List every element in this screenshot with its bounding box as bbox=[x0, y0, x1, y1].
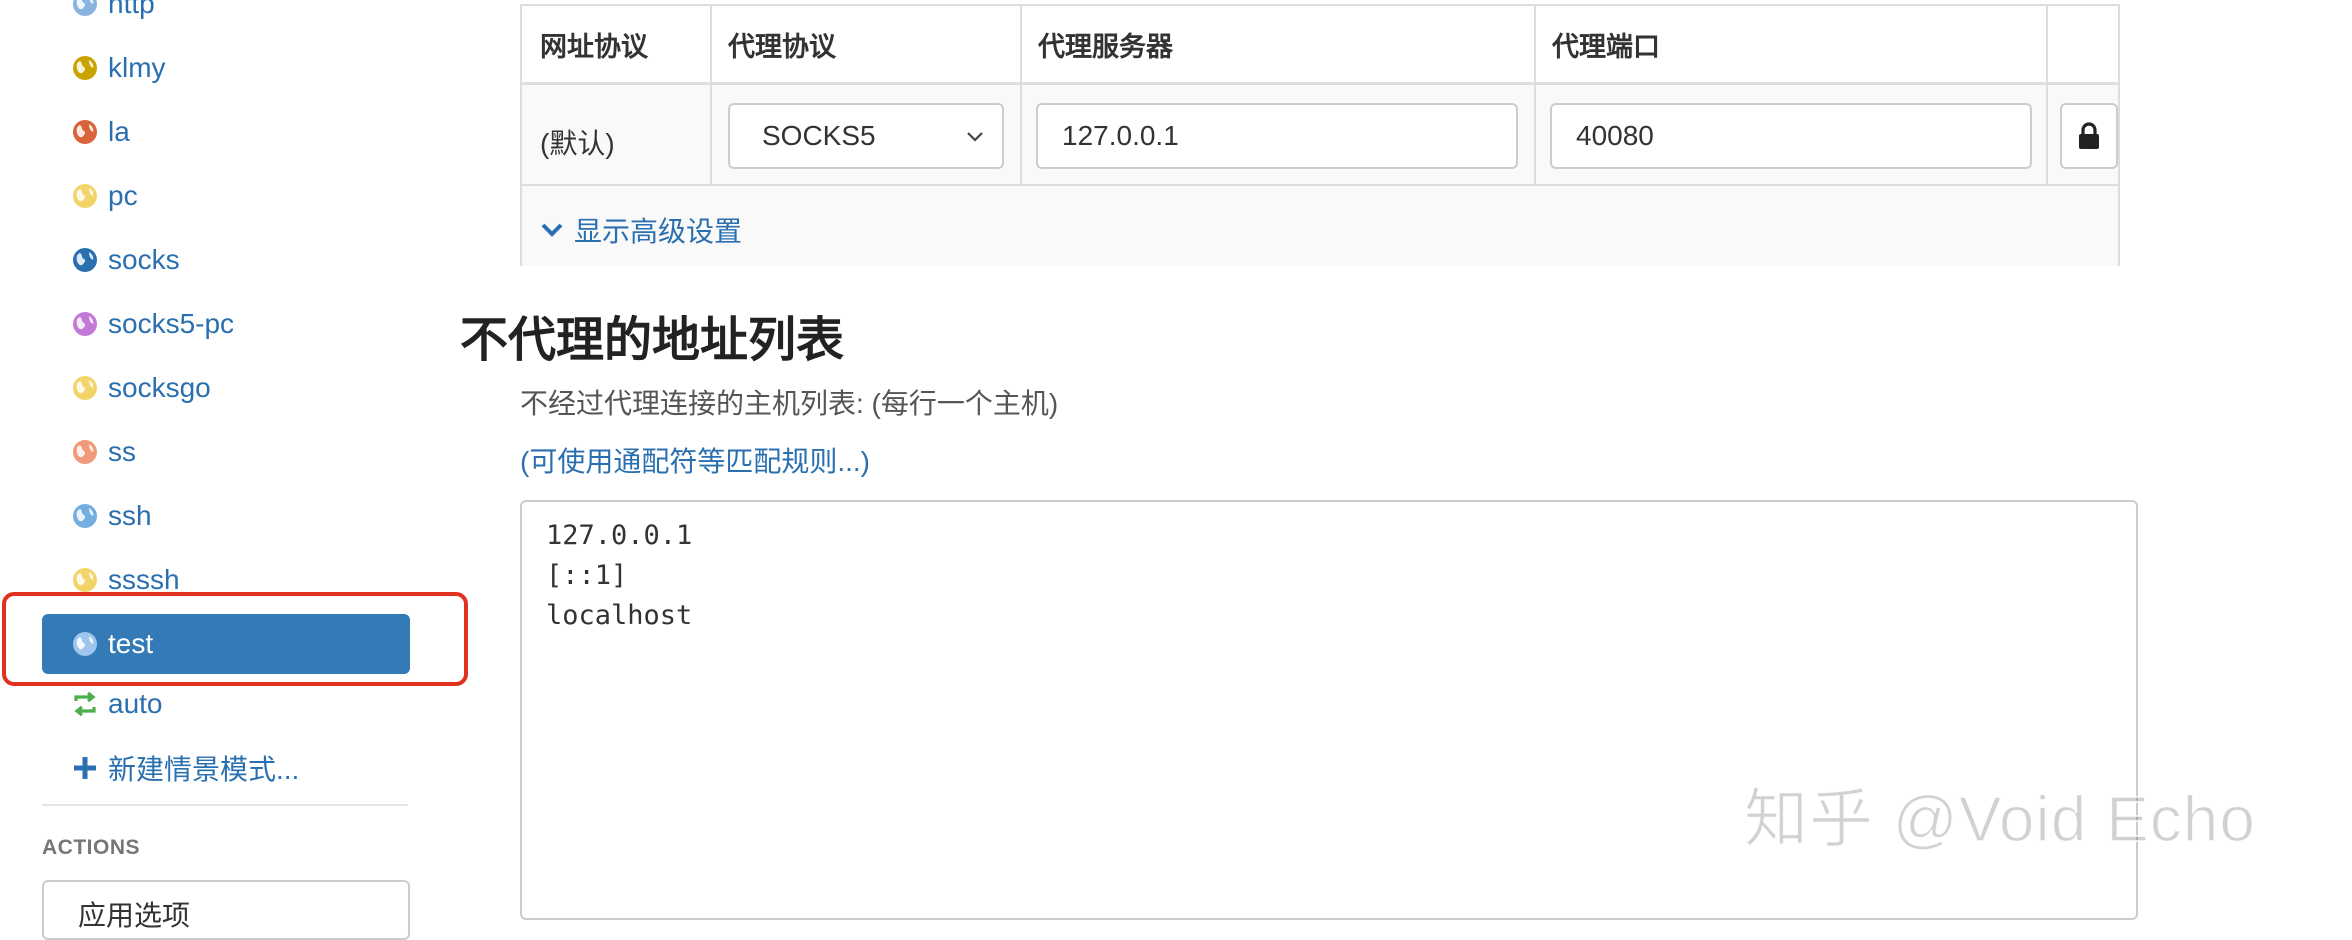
sidebar-item-ssh[interactable]: ssh bbox=[42, 486, 410, 546]
sidebar-item-pc[interactable]: pc bbox=[42, 166, 410, 226]
sidebar-item-label: socksgo bbox=[108, 372, 211, 403]
sidebar-item-label: auto bbox=[108, 688, 163, 719]
globe-icon bbox=[73, 248, 97, 272]
globe-icon bbox=[73, 568, 97, 592]
bypass-list-title: 不代理的地址列表 bbox=[460, 314, 845, 367]
sidebar-item-label: socks5-pc bbox=[108, 308, 235, 339]
globe-icon bbox=[73, 184, 97, 208]
chevron-down-icon bbox=[967, 132, 983, 142]
sidebar-item-label: klmy bbox=[108, 52, 166, 83]
globe-icon bbox=[73, 312, 97, 336]
sidebar-item-socks5-pc[interactable]: socks5-pc bbox=[42, 294, 410, 354]
sidebar-item-la[interactable]: la bbox=[42, 102, 410, 162]
bypass-list-description: 不经过代理连接的主机列表: (每行一个主机) bbox=[520, 388, 1059, 419]
proxy-port-value: 40080 bbox=[1576, 120, 1654, 151]
column-divider bbox=[1020, 6, 1022, 186]
auth-lock-button[interactable] bbox=[2060, 103, 2118, 169]
sidebar-item-klmy[interactable]: klmy bbox=[42, 38, 410, 98]
column-divider bbox=[2046, 6, 2048, 186]
column-divider bbox=[710, 6, 712, 186]
annotation-highlight-box bbox=[2, 592, 468, 686]
wildcard-rules-link[interactable]: (可使用通配符等匹配规则...) bbox=[520, 440, 870, 480]
sidebar-item-label: la bbox=[108, 116, 130, 147]
globe-icon bbox=[73, 376, 97, 400]
url-scheme-cell: (默认) bbox=[540, 128, 615, 159]
sidebar: http klmy la pc socks socks5-pc socksgo ss ssh ss… bbox=[0, 0, 468, 940]
lock-icon bbox=[2079, 122, 2099, 149]
sidebar-item-label: http bbox=[108, 0, 155, 19]
row-divider bbox=[522, 184, 2118, 186]
header-proxy-port: 代理端口 bbox=[1552, 31, 1660, 62]
proxy-protocol-select[interactable]: SOCKS5 bbox=[728, 103, 1004, 169]
new-profile-label: 新建情景模式... bbox=[108, 754, 300, 785]
show-advanced-label: 显示高级设置 bbox=[574, 216, 743, 247]
globe-icon bbox=[73, 120, 97, 144]
sidebar-item-label: pc bbox=[108, 180, 138, 211]
proxy-protocol-value: SOCKS5 bbox=[762, 120, 876, 151]
sidebar-divider bbox=[42, 804, 408, 806]
header-divider bbox=[522, 82, 2118, 85]
proxy-server-input[interactable]: 127.0.0.1 bbox=[1036, 103, 1518, 169]
proxy-server-value: 127.0.0.1 bbox=[1062, 120, 1179, 151]
apply-options-button[interactable]: 应用选项 bbox=[42, 880, 410, 940]
proxy-servers-table: 网址协议 代理协议 代理服务器 代理端口 (默认) SOCKS5 127.0.0… bbox=[520, 4, 2120, 266]
new-profile-button[interactable]: 新建情景模式... bbox=[42, 738, 410, 798]
chevron-down-icon bbox=[541, 223, 563, 237]
globe-icon bbox=[73, 504, 97, 528]
sidebar-item-http[interactable]: http bbox=[42, 0, 410, 34]
globe-icon bbox=[73, 56, 97, 80]
column-divider bbox=[1534, 6, 1536, 186]
header-proxy-server: 代理服务器 bbox=[1038, 31, 1173, 62]
sidebar-item-ss[interactable]: ss bbox=[42, 422, 410, 482]
sidebar-item-label: socks bbox=[108, 244, 180, 275]
watermark-text: 知乎 @Void Echo bbox=[1743, 782, 2256, 856]
globe-icon bbox=[73, 0, 97, 16]
sidebar-item-socks[interactable]: socks bbox=[42, 230, 410, 290]
sidebar-item-label: ssh bbox=[108, 500, 152, 531]
sidebar-item-label: ss bbox=[108, 436, 136, 467]
header-proxy-protocol: 代理协议 bbox=[728, 31, 836, 62]
header-url-scheme: 网址协议 bbox=[540, 31, 648, 62]
plus-icon bbox=[74, 757, 96, 779]
apply-options-label: 应用选项 bbox=[78, 900, 191, 931]
show-advanced-toggle[interactable]: 显示高级设置 bbox=[540, 210, 742, 250]
sidebar-item-socksgo[interactable]: socksgo bbox=[42, 358, 410, 418]
actions-heading: ACTIONS bbox=[42, 836, 140, 859]
switch-arrows-icon bbox=[74, 691, 96, 717]
proxy-port-input[interactable]: 40080 bbox=[1550, 103, 2032, 169]
globe-icon bbox=[73, 440, 97, 464]
